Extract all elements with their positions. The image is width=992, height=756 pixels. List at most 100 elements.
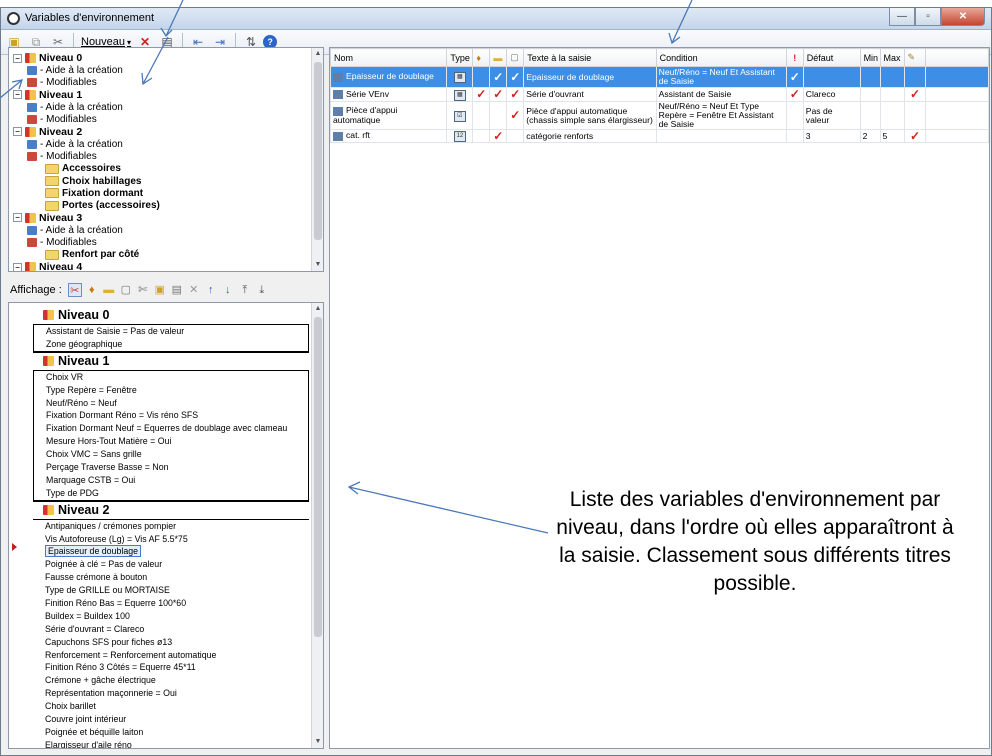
list-item[interactable]: Type de GRILLE ou MORTAISE — [33, 584, 309, 597]
list-item[interactable]: Couvre joint intérieur — [33, 713, 309, 726]
collapse-icon[interactable]: − — [13, 262, 22, 271]
cut-icon[interactable]: ✄ — [136, 283, 150, 297]
list-item[interactable]: Capuchons SFS pour fiches ø13 — [33, 636, 309, 649]
list-item[interactable]: Marquage CSTB = Oui — [34, 474, 308, 487]
cell-check-modifiable[interactable]: ✓ — [489, 66, 508, 88]
tree-child-node[interactable]: - Aide à la création — [27, 138, 123, 150]
list-scrollbar[interactable]: ▲ ▼ — [311, 303, 323, 748]
move-top-icon[interactable]: ⤒ — [238, 283, 252, 297]
cell-min[interactable] — [859, 66, 881, 88]
tree-level-node[interactable]: − Niveau 4 — [13, 261, 82, 271]
tree-child-node[interactable]: - Modifiables — [27, 114, 97, 126]
scroll-thumb[interactable] — [314, 62, 322, 240]
collapse-icon[interactable]: − — [13, 53, 22, 63]
folder-icon[interactable]: ▬ — [102, 283, 116, 297]
list-item[interactable]: Neuf/Réno = Neuf — [34, 397, 308, 410]
col-edit-icon[interactable]: ✎ — [903, 48, 927, 67]
table-row[interactable]: Epaisseur de doublage ▦ ✓ ✓ Epaisseur de dou… — [330, 66, 989, 88]
list-item[interactable]: Poignée à clé = Pas de valeur — [33, 558, 309, 571]
cell-check-creation[interactable] — [472, 66, 491, 88]
collapse-icon[interactable]: − — [13, 127, 22, 137]
tree-level-node[interactable]: − Niveau 0 — [13, 52, 82, 64]
cell-condition[interactable]: Assistant de Saisie — [655, 87, 787, 102]
cell-check-visible[interactable]: ✓ — [506, 66, 525, 88]
list-item[interactable]: Poignée et béquille laiton — [33, 726, 309, 739]
cell-check-modifiable[interactable] — [489, 101, 508, 130]
list-item[interactable]: Assistant de Saisie = Pas de valeur — [34, 325, 308, 338]
cell-check-modifiable[interactable]: ✓ — [489, 129, 508, 143]
col-texte[interactable]: Texte à la saisie — [523, 48, 657, 67]
cell-nom[interactable]: Epaisseur de doublage — [330, 66, 448, 88]
cell-check-creation[interactable] — [472, 129, 491, 143]
cell-min[interactable] — [859, 87, 881, 102]
cell-texte[interactable]: catégorie renforts — [523, 129, 657, 143]
list-item[interactable]: Elargisseur d'aile réno — [33, 739, 309, 748]
tree-level-node[interactable]: − Niveau 1 — [13, 89, 82, 101]
col-visible-icon[interactable]: ▢ — [506, 48, 525, 67]
collapse-icon[interactable]: − — [13, 90, 22, 100]
cell-check-creation[interactable] — [472, 101, 491, 130]
col-condition[interactable]: Condition — [655, 48, 787, 67]
cell-max[interactable] — [879, 66, 905, 88]
col-defaut[interactable]: Défaut — [802, 48, 861, 67]
cell-required[interactable]: ✓ — [785, 66, 804, 88]
list-item[interactable]: Epaisseur de doublage — [33, 545, 309, 558]
scroll-up-icon[interactable]: ▲ — [312, 48, 323, 60]
cell-nom[interactable]: cat. rft — [330, 129, 448, 143]
cell-check-visible[interactable]: ✓ — [506, 101, 525, 130]
scroll-down-icon[interactable]: ▼ — [312, 259, 323, 271]
arrow-up-icon[interactable]: ↑ — [204, 283, 218, 297]
scroll-down-icon[interactable]: ▼ — [312, 736, 323, 748]
cell-check-visible[interactable]: ✓ — [506, 87, 525, 102]
list-item[interactable]: Zone géographique — [34, 338, 308, 351]
cell-type[interactable]: 12 — [446, 129, 474, 143]
ordered-variables-list[interactable]: Niveau 0 Assistant de Saisie = Pas de val… — [8, 302, 324, 749]
cell-texte[interactable]: Epaisseur de doublage — [523, 66, 657, 88]
list-item[interactable]: Fausse crémone à bouton — [33, 571, 309, 584]
cell-min[interactable]: 2 — [859, 129, 881, 143]
close-icon[interactable]: ✕ — [941, 8, 985, 26]
tree-level-node[interactable]: − Niveau 3 — [13, 212, 82, 224]
cell-required[interactable] — [785, 101, 804, 130]
cell-min[interactable] — [859, 101, 881, 130]
tree-folder-node[interactable]: Renfort par côté — [45, 249, 139, 261]
cell-condition[interactable]: Neuf/Réno = Neuf Et Type Repère = Fenêtr… — [655, 101, 787, 130]
cell-defaut[interactable]: 3 — [802, 129, 861, 143]
table-row[interactable]: Série VEnv ▦ ✓ ✓ ✓ Série d'ouvrant Assistant d… — [330, 87, 989, 102]
cell-defaut[interactable] — [802, 66, 861, 88]
tree-child-node[interactable]: - Aide à la création — [27, 101, 123, 113]
table-row[interactable]: Pièce d'appui automatique ☑ ✓ Pièce d'appui… — [330, 101, 989, 130]
col-nom[interactable]: Nom — [330, 48, 448, 67]
cell-max[interactable] — [879, 101, 905, 130]
arrow-down-icon[interactable]: ↓ — [221, 283, 235, 297]
cell-nom[interactable]: Série VEnv — [330, 87, 448, 102]
cell-condition[interactable] — [655, 129, 787, 143]
cell-check-visible[interactable] — [506, 129, 525, 143]
col-max[interactable]: Max — [879, 48, 905, 67]
list-item[interactable]: Choix barillet — [33, 700, 309, 713]
minimize-icon[interactable]: — — [889, 8, 915, 26]
delete-icon[interactable]: ✕ — [187, 283, 201, 297]
col-min[interactable]: Min — [859, 48, 881, 67]
level-filter-icon[interactable]: ♦ — [85, 283, 99, 297]
levels-tree[interactable]: − Niveau 0- Aide à la création - Modifiabl… — [8, 47, 324, 272]
cell-edit[interactable] — [903, 66, 927, 88]
cell-edit[interactable] — [903, 101, 927, 130]
move-bottom-icon[interactable]: ⤓ — [255, 283, 269, 297]
tree-folder-node[interactable]: Fixation dormant — [45, 187, 143, 199]
cell-max[interactable]: 5 — [879, 129, 905, 143]
list-item[interactable]: Renforcement = Renforcement automatique — [33, 649, 309, 662]
cell-type[interactable]: ☑ — [446, 101, 474, 130]
tree-folder-node[interactable]: Choix habillages — [45, 175, 141, 187]
cell-check-creation[interactable]: ✓ — [472, 87, 491, 102]
tree-child-node[interactable]: - Aide à la création — [27, 224, 123, 236]
maximize-icon[interactable]: ▫ — [915, 8, 941, 26]
level-heading[interactable]: Niveau 1 — [33, 351, 309, 370]
cell-edit[interactable]: ✓ — [903, 129, 927, 143]
level-heading[interactable]: Niveau 0 — [33, 306, 309, 324]
col-required[interactable]: ! — [785, 48, 804, 67]
tree-child-node[interactable]: - Modifiables — [27, 77, 97, 89]
tree-folder-node[interactable]: Portes (accessoires) — [45, 200, 160, 212]
tree-folder-node[interactable]: Accessoires — [45, 163, 121, 175]
collapse-icon[interactable]: − — [13, 213, 22, 223]
